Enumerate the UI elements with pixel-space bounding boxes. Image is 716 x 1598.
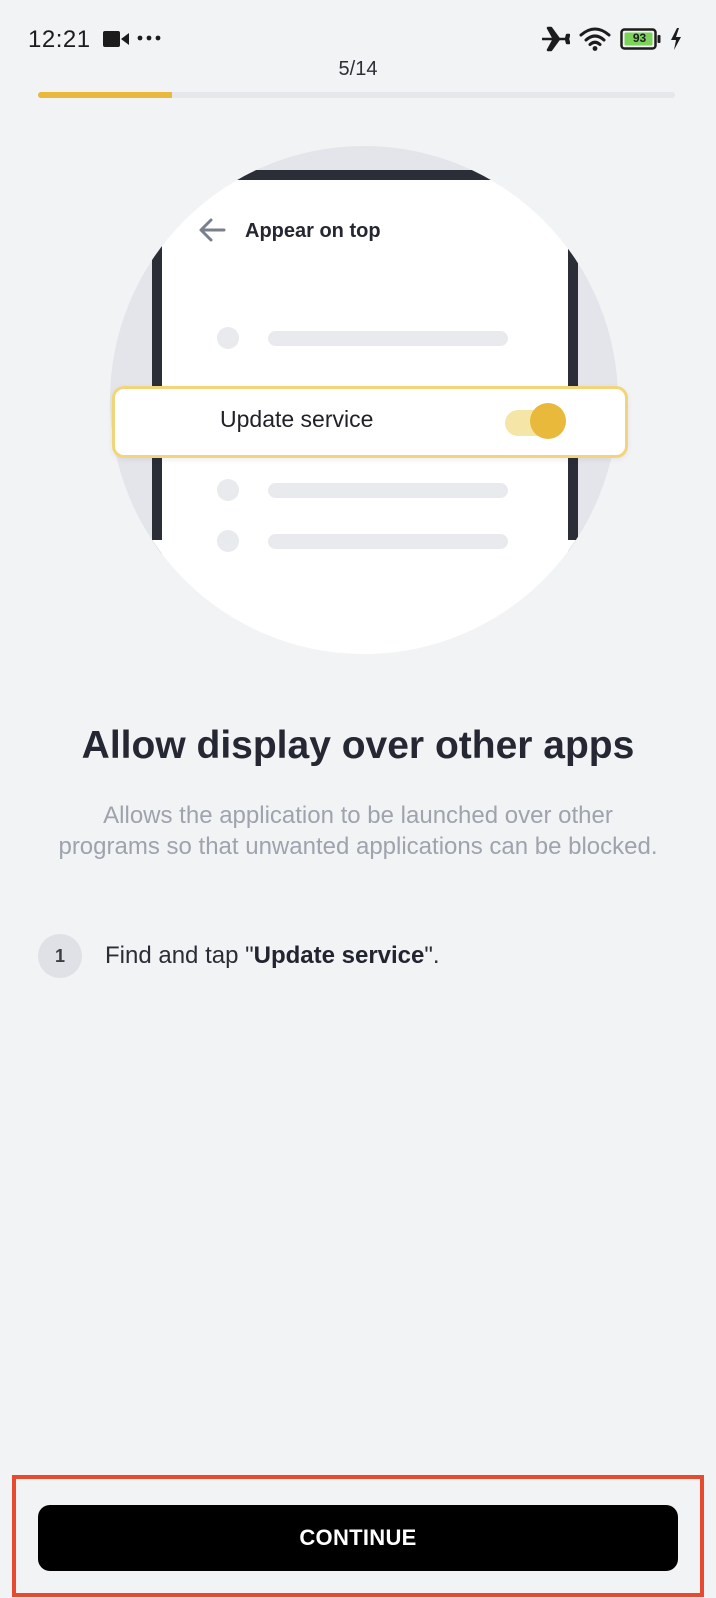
step-text-suffix: ". bbox=[424, 942, 440, 969]
airplane-icon bbox=[542, 26, 570, 52]
step-counter: 5/14 bbox=[338, 58, 378, 80]
step-text-bold: Update service bbox=[253, 942, 425, 969]
toggle-knob bbox=[530, 403, 566, 439]
instruction-step: 1 Find and tap "Update service". bbox=[38, 934, 678, 978]
update-service-label: Update service bbox=[220, 406, 374, 432]
step-text-prefix: Find and tap " bbox=[105, 942, 254, 969]
wifi-icon bbox=[579, 27, 611, 51]
more-dots-icon bbox=[137, 35, 161, 41]
page-description: Allows the application to be launched ov… bbox=[58, 802, 658, 860]
progress-bar bbox=[38, 92, 675, 98]
continue-button[interactable]: CONTINUE bbox=[38, 1505, 678, 1571]
video-camera-icon bbox=[103, 31, 129, 47]
progress-fill bbox=[38, 92, 173, 98]
battery-icon: 93 bbox=[620, 28, 664, 50]
step-number-badge: 1 bbox=[38, 934, 82, 978]
charging-icon bbox=[671, 28, 681, 50]
status-time: 12:21 bbox=[28, 26, 91, 53]
page-title: Allow display over other apps bbox=[81, 724, 635, 767]
update-service-setting-card: Update service bbox=[112, 386, 628, 458]
battery-level: 93 bbox=[632, 31, 647, 45]
step-text: Find and tap "Update service". bbox=[105, 942, 440, 970]
phone-screen-title: Appear on top bbox=[245, 220, 381, 242]
